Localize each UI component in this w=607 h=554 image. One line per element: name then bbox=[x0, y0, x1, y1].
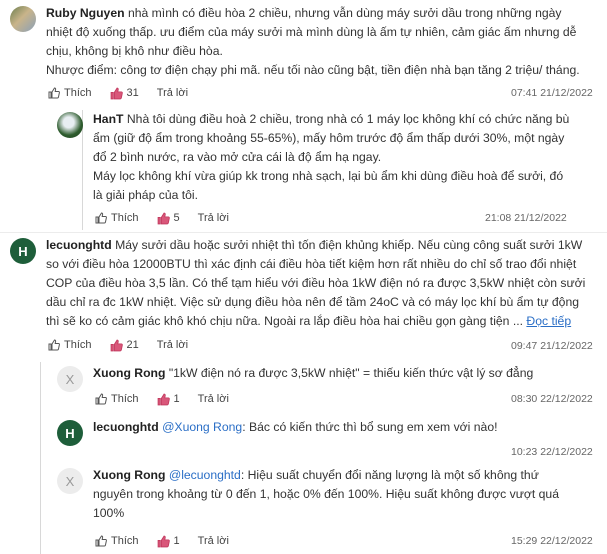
comment-author[interactable]: HanT bbox=[93, 112, 123, 126]
like-button[interactable]: Thích bbox=[95, 212, 139, 224]
comment-actions: Thích 1 Trả lời bbox=[95, 533, 247, 549]
thumbs-up-filled-icon bbox=[157, 393, 170, 405]
comment-text: nguyên trong khoảng từ 0 đến 1, hoặc 0% … bbox=[93, 487, 559, 501]
comment-text: dầu chỉ ra đc 1kW nhiệt. Việc sử dụng đi… bbox=[46, 295, 580, 309]
comment-body: Xuong Rong @lecuonghtd: Hiệu suất chuyển… bbox=[93, 466, 603, 523]
like-count-value: 21 bbox=[126, 339, 139, 351]
comment-text: ẩm (giữ độ ẩm trong khoảng 55-65%), mấy … bbox=[93, 131, 565, 145]
like-button[interactable]: Thích bbox=[48, 87, 92, 99]
comment-text: chịu, không bị khô như điều hòa. bbox=[46, 44, 223, 58]
comment-author[interactable]: lecuonghtd bbox=[46, 238, 112, 252]
like-count-value: 31 bbox=[126, 87, 139, 99]
comment-section: Ruby Nguyen nhà mình có điều hòa 2 chiều… bbox=[0, 0, 607, 554]
like-button[interactable]: Thích bbox=[95, 393, 139, 405]
like-count[interactable]: 31 bbox=[110, 87, 139, 100]
timestamp: 21:08 21/12/2022 bbox=[485, 212, 567, 224]
like-label: Thích bbox=[64, 87, 92, 99]
reply-button[interactable]: Trả lời bbox=[157, 87, 188, 99]
like-count-value: 5 bbox=[173, 212, 180, 224]
comment-body: HanT Nhà tôi dùng điều hoà 2 chiều, tron… bbox=[93, 110, 603, 205]
avatar[interactable] bbox=[57, 112, 83, 138]
avatar[interactable]: H bbox=[57, 420, 83, 446]
like-label: Thích bbox=[111, 212, 139, 224]
comment-actions: Thích 5 Trả lời bbox=[95, 210, 247, 226]
thumbs-up-filled-icon bbox=[157, 212, 170, 224]
thread-line bbox=[40, 362, 41, 554]
timestamp: 08:30 22/12/2022 bbox=[511, 393, 593, 405]
avatar[interactable] bbox=[10, 6, 36, 32]
comment-body: lecuonghtd Máy sưởi dầu hoặc sưởi nhiệt … bbox=[46, 236, 601, 331]
like-count[interactable]: 5 bbox=[157, 212, 180, 225]
comment-author[interactable]: Xuong Rong bbox=[93, 366, 165, 380]
like-button[interactable]: Thích bbox=[95, 535, 139, 547]
reply-button[interactable]: Trả lời bbox=[157, 339, 188, 351]
comment-text: nhiệt độ xuống thấp. ưu điểm của máy sưở… bbox=[46, 25, 577, 39]
divider bbox=[0, 232, 607, 233]
timestamp: 09:47 21/12/2022 bbox=[511, 340, 593, 352]
timestamp: 10:23 22/12/2022 bbox=[511, 446, 593, 458]
reply-button[interactable]: Trả lời bbox=[198, 393, 229, 405]
reply-button[interactable]: Trả lời bbox=[198, 212, 229, 224]
thumbs-up-filled-icon bbox=[110, 87, 123, 99]
timestamp: 07:41 21/12/2022 bbox=[511, 87, 593, 99]
like-label: Thích bbox=[64, 339, 92, 351]
comment-author[interactable]: Xuong Rong bbox=[93, 468, 165, 482]
mention-link[interactable]: @Xuong Rong bbox=[162, 420, 242, 434]
comment-body: Ruby Nguyen nhà mình có điều hòa 2 chiều… bbox=[46, 4, 601, 80]
comment-text: đổ 2 bình nước, ra vào mở cửa cái là độ … bbox=[93, 150, 382, 164]
like-count[interactable]: 21 bbox=[110, 339, 139, 352]
comment-actions: Thích 31 Trả lời bbox=[48, 85, 206, 101]
timestamp: 15:29 22/12/2022 bbox=[511, 535, 593, 547]
comment-actions: Thích 21 Trả lời bbox=[48, 337, 206, 353]
comment-body: Xuong Rong "1kW điện nó ra được 3,5kW nh… bbox=[93, 364, 603, 383]
comment-text: Nhược điểm: công tơ điện chạy phi mã. nế… bbox=[46, 63, 580, 77]
thumbs-up-icon bbox=[48, 339, 60, 351]
avatar[interactable]: X bbox=[57, 366, 83, 392]
comment-text: : Hiệu suất chuyển đổi năng lượng là một… bbox=[240, 468, 539, 482]
thumbs-up-filled-icon bbox=[110, 339, 123, 351]
comment-text: so với điều hòa 12000BTU thì xác định cá… bbox=[46, 257, 577, 271]
comment-text: Máy sưởi dầu hoặc sưởi nhiệt thì tốn điệ… bbox=[115, 238, 583, 252]
thumbs-up-icon bbox=[95, 212, 107, 224]
comment-text: nhà mình có điều hòa 2 chiều, nhưng vẫn … bbox=[127, 6, 562, 20]
mention-link[interactable]: @lecuonghtd bbox=[169, 468, 241, 482]
read-more-link[interactable]: Đọc tiếp bbox=[526, 314, 571, 328]
avatar[interactable]: X bbox=[57, 468, 83, 494]
comment-text: COP của điều hòa 3,5 lần. Có thể tạm hiể… bbox=[46, 276, 586, 290]
comment-text: là giải pháp của tôi. bbox=[93, 188, 199, 202]
avatar[interactable]: H bbox=[10, 238, 36, 264]
like-label: Thích bbox=[111, 393, 139, 405]
like-count[interactable]: 1 bbox=[157, 393, 180, 406]
comment-actions: Thích 1 Trả lời bbox=[95, 391, 247, 407]
like-count[interactable]: 1 bbox=[157, 535, 180, 548]
like-count-value: 1 bbox=[173, 535, 180, 547]
comment-text: Máy lọc không khí vừa giúp kk trong nhà … bbox=[93, 169, 564, 183]
thumbs-up-icon bbox=[95, 535, 107, 547]
reply-button[interactable]: Trả lời bbox=[198, 535, 229, 547]
thumbs-up-icon bbox=[48, 87, 60, 99]
like-label: Thích bbox=[111, 535, 139, 547]
comment-body: lecuonghtd @Xuong Rong: Bác có kiến thức… bbox=[93, 418, 603, 437]
comment-text: 100% bbox=[93, 506, 125, 520]
thumbs-up-icon bbox=[95, 393, 107, 405]
thumbs-up-filled-icon bbox=[157, 535, 170, 547]
comment-text: Nhà tôi dùng điều hoà 2 chiều, trong nhà… bbox=[126, 112, 570, 126]
comment-text: "1kW điện nó ra được 3,5kW nhiệt" = thiế… bbox=[168, 366, 534, 380]
comment-author[interactable]: lecuonghtd bbox=[93, 420, 159, 434]
like-button[interactable]: Thích bbox=[48, 339, 92, 351]
comment-text: : Bác có kiến thức thì bổ sung em xem vớ… bbox=[242, 420, 498, 434]
like-count-value: 1 bbox=[173, 393, 180, 405]
comment-author[interactable]: Ruby Nguyen bbox=[46, 6, 125, 20]
comment-text: thì sẽ ko có cảm giác khô khó chịu nữa. … bbox=[46, 314, 524, 328]
